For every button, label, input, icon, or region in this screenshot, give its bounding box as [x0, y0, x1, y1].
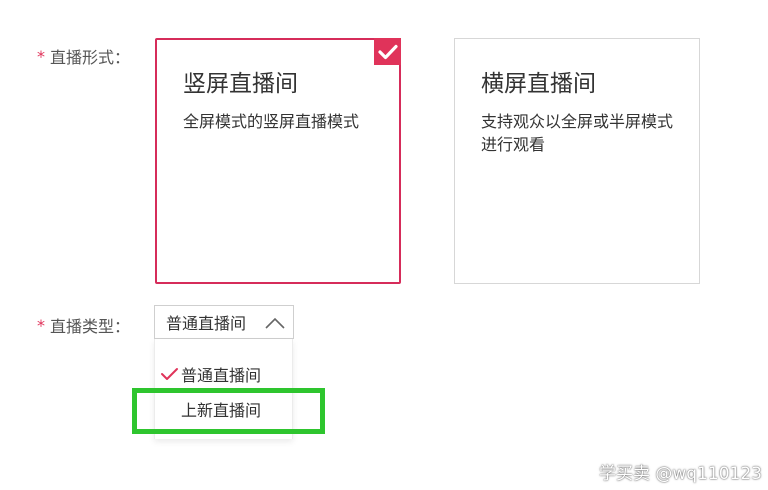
- live-mode-label-text: 直播形式：: [50, 48, 131, 67]
- vertical-live-room-card[interactable]: 竖屏直播间 全屏模式的竖屏直播模式: [155, 38, 401, 284]
- option-label: 上新直播间: [181, 401, 262, 420]
- option-normal-live-room[interactable]: 普通直播间: [155, 357, 292, 391]
- option-new-arrival-live-room[interactable]: 上新直播间: [155, 392, 292, 426]
- live-type-dropdown: 普通直播间 上新直播间: [154, 339, 293, 439]
- checkmark-icon: [161, 368, 178, 380]
- horizontal-live-room-card[interactable]: 横屏直播间 支持观众以全屏或半屏模式进行观看: [454, 38, 700, 284]
- chevron-up-icon[interactable]: [263, 313, 287, 333]
- live-type-select[interactable]: 普通直播间: [154, 305, 294, 339]
- live-type-label: * 直播类型：: [37, 313, 130, 337]
- live-mode-label: * 直播形式：: [37, 44, 130, 68]
- required-mark: *: [37, 315, 45, 335]
- required-mark: *: [37, 46, 45, 66]
- vertical-card-description: 全屏模式的竖屏直播模式: [183, 112, 360, 131]
- live-type-label-text: 直播类型：: [50, 317, 131, 336]
- watermark: 学买卖 @wq110123: [599, 464, 762, 484]
- horizontal-card-description: 支持观众以全屏或半屏模式进行观看: [481, 112, 674, 154]
- live-type-select-value: 普通直播间: [166, 314, 247, 333]
- selected-checkmark-icon: [374, 38, 401, 65]
- option-label: 普通直播间: [181, 366, 262, 385]
- horizontal-card-title: 横屏直播间: [481, 71, 596, 97]
- vertical-card-title: 竖屏直播间: [183, 71, 298, 97]
- live-settings-form: * 直播形式： 竖屏直播间 全屏模式的竖屏直播模式 横屏直播间 支持观众以全屏或…: [0, 0, 768, 490]
